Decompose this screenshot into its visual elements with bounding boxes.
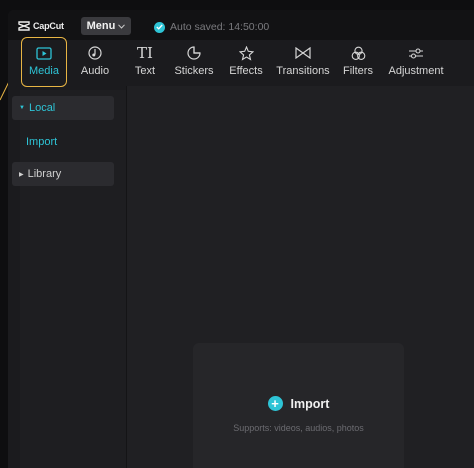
tab-stickers-label: Stickers: [174, 65, 214, 77]
toolbar: Media Audio TI Text Stickers Effects Tra…: [8, 40, 474, 86]
sidebar-item-import[interactable]: Import: [12, 130, 114, 154]
plus-icon: +: [267, 396, 283, 411]
filters-icon: [351, 44, 366, 62]
chevron-down-icon: [118, 23, 126, 29]
text-icon: TI: [137, 44, 153, 62]
title-bar: CapCut Menu Auto saved: 14:50:00: [8, 10, 474, 40]
effects-icon: [238, 44, 254, 62]
audio-icon: [88, 44, 102, 62]
tab-adjustment-label: Adjustment: [388, 65, 444, 77]
tab-text-label: Text: [134, 65, 156, 77]
tab-filters[interactable]: Filters: [339, 44, 377, 84]
stickers-icon: [187, 44, 201, 62]
adjustment-icon: [408, 44, 424, 62]
import-button[interactable]: + Import: [193, 396, 404, 411]
tab-stickers[interactable]: Stickers: [171, 44, 217, 84]
transitions-icon: [295, 44, 311, 62]
import-hint: Supports: videos, audios, photos: [233, 423, 364, 433]
menu-button[interactable]: Menu: [81, 17, 131, 35]
sidebar-item-import-label: Import: [26, 136, 58, 148]
sidebar-item-local[interactable]: ▼ Local: [12, 96, 114, 120]
sidebar-item-library[interactable]: ▶ Library: [12, 162, 114, 186]
capcut-logo-icon: [18, 21, 30, 31]
menu-label: Menu: [86, 20, 116, 32]
expand-triangle-icon: ▼: [19, 105, 25, 111]
logo-text: CapCut: [33, 21, 64, 31]
tab-audio-label: Audio: [80, 65, 110, 77]
sidebar-item-local-label: Local: [28, 102, 56, 114]
capcut-logo: CapCut: [18, 19, 64, 33]
tab-audio[interactable]: Audio: [75, 44, 115, 84]
sidebar-item-library-label: Library: [27, 168, 62, 180]
tab-transitions-label: Transitions: [276, 65, 330, 77]
tab-effects[interactable]: Effects: [224, 44, 268, 84]
autosave-text: Auto saved: 14:50:00: [170, 21, 270, 33]
tab-effects-label: Effects: [229, 65, 263, 77]
tab-transitions[interactable]: Transitions: [273, 44, 333, 84]
media-tab-highlight: [21, 37, 67, 87]
tab-text[interactable]: TI Text: [128, 44, 162, 84]
collapse-triangle-icon: ▶: [19, 171, 24, 178]
import-button-label: Import: [290, 396, 330, 411]
tab-adjustment[interactable]: Adjustment: [383, 44, 449, 84]
check-icon: [154, 21, 165, 33]
capcut-window: CapCut Menu Auto saved: 14:50:00 Media A…: [8, 10, 474, 468]
autosave-status: Auto saved: 14:50:00: [154, 20, 269, 34]
import-dropzone[interactable]: + Import Supports: videos, audios, photo…: [193, 343, 404, 468]
tab-filters-label: Filters: [343, 65, 373, 77]
